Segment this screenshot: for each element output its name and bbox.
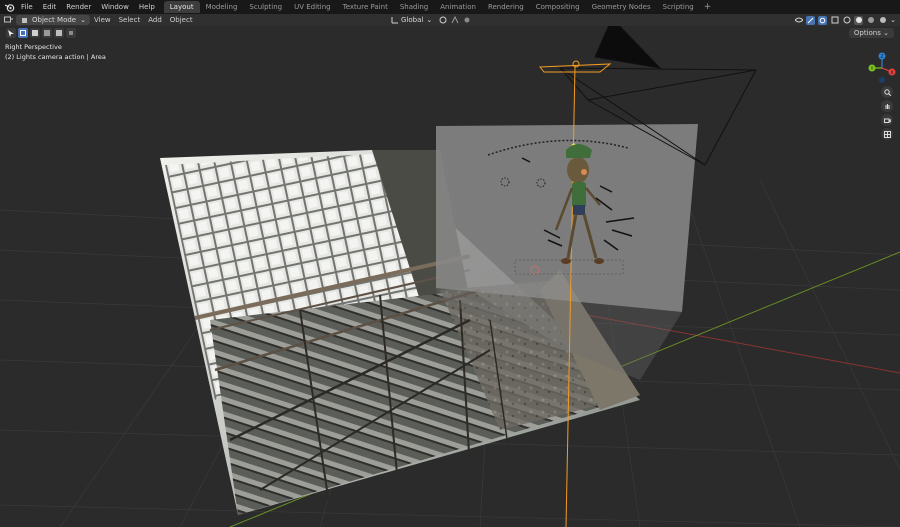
tab-texture-paint[interactable]: Texture Paint [337,1,394,13]
add-workspace-button[interactable]: + [700,1,716,13]
chevron-down-icon: ⌄ [426,16,433,24]
tab-rendering[interactable]: Rendering [482,1,530,13]
tab-scripting[interactable]: Scripting [657,1,700,13]
menu-render[interactable]: Render [61,0,96,14]
options-button[interactable]: Options ⌄ [848,28,894,38]
select-invert-icon[interactable] [54,28,64,38]
menu-view[interactable]: View [90,15,115,25]
tab-shading[interactable]: Shading [394,1,434,13]
tool-settings-row [6,27,76,39]
navigation-gizmo[interactable]: Z Y X [868,52,896,86]
select-extend-icon[interactable] [30,28,40,38]
xray-icon[interactable] [830,16,839,25]
pivot-icon[interactable] [438,16,447,25]
ortho-grid-icon[interactable] [881,128,893,140]
menu-object[interactable]: Object [166,15,197,25]
chevron-down-icon: ⌄ [80,16,86,24]
camera-view-icon[interactable] [881,114,893,126]
object-mode-dropdown[interactable]: Object Mode ⌄ [16,15,90,25]
wireframe-shading-icon[interactable] [842,16,851,25]
tab-layout[interactable]: Layout [163,1,200,13]
proportional-edit-icon[interactable] [462,16,471,25]
menu-file[interactable]: File [16,0,38,14]
transform-orientation-dropdown[interactable]: Global ⌄ [390,15,471,25]
hand-pan-icon[interactable] [881,100,893,112]
zoom-icon[interactable] [881,86,893,98]
gizmo-toggle-icon[interactable] [806,15,816,25]
object-mode-label: Object Mode [32,16,77,24]
tab-uv-editing[interactable]: UV Editing [288,1,337,13]
z-axis-label: Z [880,54,883,60]
select-subtract-icon[interactable] [42,28,52,38]
menu-window[interactable]: Window [96,0,134,14]
blender-logo-icon[interactable] [2,0,16,14]
select-new-icon[interactable] [18,28,28,38]
rendered-shading-icon[interactable] [878,16,887,25]
tab-sculpting[interactable]: Sculpting [243,1,288,13]
orientation-icon [390,16,399,25]
menu-edit[interactable]: Edit [38,0,62,14]
object-mode-icon [20,16,29,25]
options-label: Options [853,29,881,37]
menu-select[interactable]: Select [115,15,145,25]
orientation-label: Global [401,16,424,24]
top-menu-bar: File Edit Render Window Help Layout Mode… [0,0,900,14]
view-perspective-label: Right Perspective [5,43,62,51]
select-box-icon[interactable] [6,28,16,38]
viewport-shading-controls: ⌄ [794,15,896,25]
menu-add[interactable]: Add [144,15,166,25]
3d-viewport[interactable] [0,26,900,527]
x-axis-label: X [890,70,893,76]
chevron-down-icon: ⌄ [883,29,889,37]
active-object-label: (2) Lights camera action | Area [5,53,106,61]
neg-z-axis-handle [879,77,885,83]
tab-animation[interactable]: Animation [434,1,482,13]
editor-type-icon[interactable] [4,16,13,25]
y-axis-label: Y [870,66,874,72]
tab-compositing[interactable]: Compositing [530,1,586,13]
viewport-header: Object Mode ⌄ View Select Add Object Glo… [0,14,900,26]
tab-geometry-nodes[interactable]: Geometry Nodes [586,1,657,13]
visibility-icon[interactable] [794,16,803,25]
solid-shading-icon[interactable] [854,15,864,25]
menu-help[interactable]: Help [134,0,160,14]
snap-icon[interactable] [450,16,459,25]
tab-modeling[interactable]: Modeling [200,1,244,13]
material-shading-icon[interactable] [866,16,875,25]
overlay-toggle-icon[interactable] [818,15,828,25]
chevron-down-icon[interactable]: ⌄ [890,16,896,24]
select-intersect-icon[interactable] [66,28,76,38]
